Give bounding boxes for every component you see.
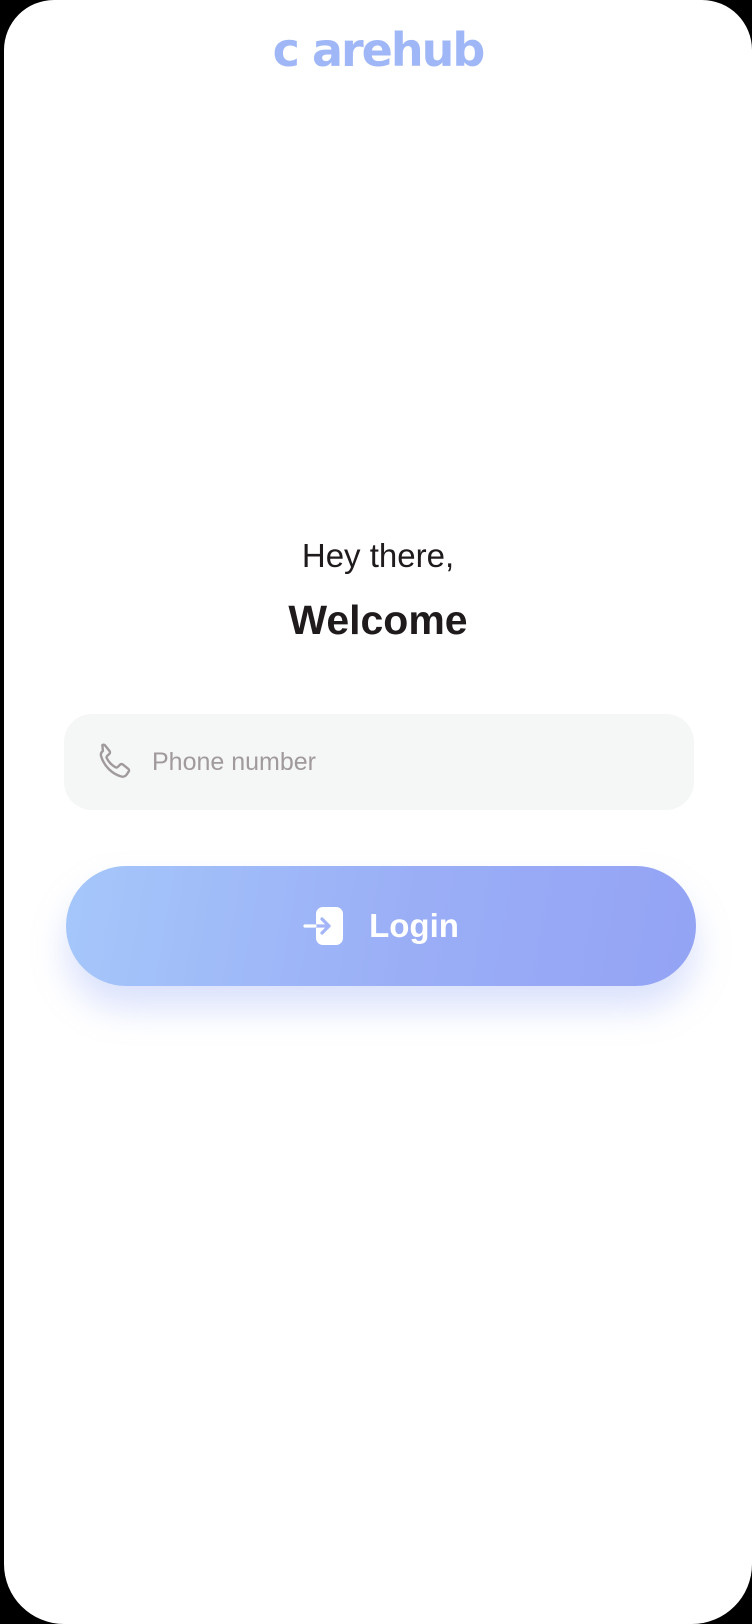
login-screen: c arehub Hey there, Welcome Login: [4, 0, 752, 1624]
login-button[interactable]: Login: [66, 866, 696, 986]
phone-input[interactable]: [150, 746, 674, 778]
phone-icon: [90, 739, 136, 785]
login-icon: [303, 904, 347, 948]
greeting-text: Hey there,: [301, 537, 455, 574]
app-logo: c arehub: [272, 23, 486, 77]
phone-field[interactable]: [64, 714, 694, 810]
login-label: Login: [369, 907, 459, 944]
welcome-title: Welcome: [288, 597, 468, 643]
